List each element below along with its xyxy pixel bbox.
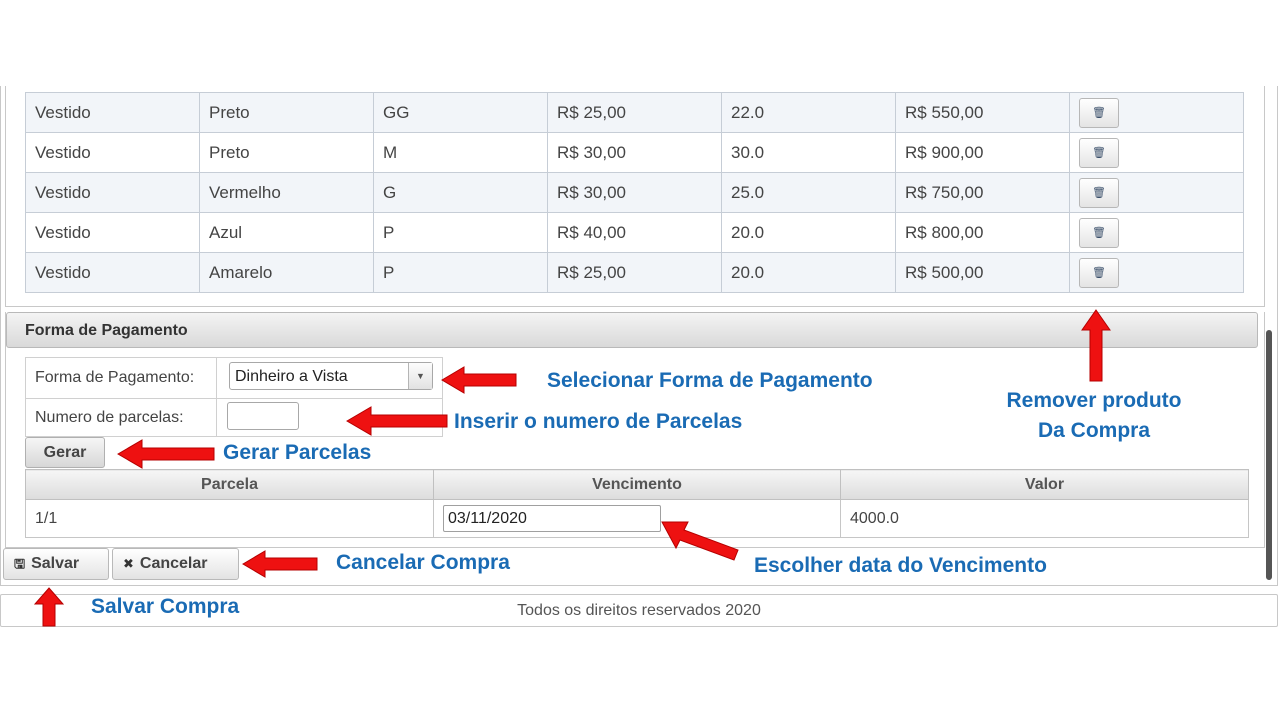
- product-total: R$ 750,00: [895, 172, 1070, 213]
- product-unit-price: R$ 25,00: [547, 92, 722, 133]
- annotation-save: Salvar Compra: [91, 595, 240, 618]
- remove-product-button[interactable]: 🗑: [1079, 177, 1119, 208]
- table-row: Vestido Amarelo P R$ 25,00 20.0 R$ 500,00 🗑: [25, 252, 1244, 293]
- column-header-valor: Valor: [840, 469, 1249, 500]
- trash-icon: 🗑: [1092, 226, 1106, 239]
- arrow-left-icon: [346, 406, 448, 436]
- payment-panel-header: Forma de Pagamento: [6, 312, 1258, 348]
- annotation-generate: Gerar Parcelas: [223, 441, 372, 464]
- product-name: Vestido: [25, 92, 200, 133]
- chevron-down-icon[interactable]: ▼: [408, 363, 432, 389]
- arrow-left-icon: [242, 550, 318, 578]
- trash-icon: 🗑: [1092, 106, 1106, 119]
- trash-icon: 🗑: [1092, 146, 1106, 159]
- remove-product-button[interactable]: 🗑: [1079, 137, 1119, 168]
- product-size: P: [373, 252, 548, 293]
- annotation-remove-product-line1: Remover produto: [1006, 389, 1182, 412]
- remove-product-button[interactable]: 🗑: [1079, 257, 1119, 288]
- installments-table: Parcela Vencimento Valor 1/1 03/11/2020 …: [25, 469, 1249, 538]
- payment-method-select[interactable]: Dinheiro a Vista ▼: [229, 362, 433, 390]
- save-button[interactable]: 🖫 Salvar: [3, 548, 109, 580]
- annotation-remove-product-line2: Da Compra: [1037, 419, 1151, 442]
- product-unit-price: R$ 30,00: [547, 132, 722, 173]
- product-unit-price: R$ 40,00: [547, 212, 722, 253]
- installment-number: 1/1: [25, 499, 434, 538]
- due-date-input[interactable]: 03/11/2020: [443, 505, 661, 532]
- product-name: Vestido: [25, 132, 200, 173]
- arrow-up-icon: [1081, 309, 1111, 382]
- trash-icon: 🗑: [1092, 186, 1106, 199]
- annotation-cancel: Cancelar Compra: [336, 551, 510, 574]
- product-total: R$ 500,00: [895, 252, 1070, 293]
- table-row: Vestido Preto GG R$ 25,00 22.0 R$ 550,00 🗑: [25, 92, 1244, 133]
- product-unit-price: R$ 30,00: [547, 172, 722, 213]
- arrow-left-icon: [117, 439, 215, 469]
- generate-installments-button[interactable]: Gerar: [25, 437, 105, 468]
- product-color: Vermelho: [199, 172, 374, 213]
- table-row: 1/1 03/11/2020 4000.0: [25, 499, 1249, 538]
- table-row: Vestido Vermelho G R$ 30,00 25.0 R$ 750,00 🗑: [25, 172, 1244, 213]
- product-quantity: 22.0: [721, 92, 896, 133]
- product-color: Azul: [199, 212, 374, 253]
- installments-label: Numero de parcelas:: [35, 409, 184, 426]
- payment-method-label: Forma de Pagamento:: [35, 369, 195, 386]
- save-button-label: Salvar: [31, 555, 80, 572]
- installments-input[interactable]: [227, 402, 299, 430]
- product-total: R$ 550,00: [895, 92, 1070, 133]
- product-quantity: 30.0: [721, 132, 896, 173]
- vertical-scrollbar[interactable]: [1266, 330, 1272, 580]
- product-unit-price: R$ 25,00: [547, 252, 722, 293]
- product-size: GG: [373, 92, 548, 133]
- product-quantity: 20.0: [721, 252, 896, 293]
- table-row: Vestido Preto M R$ 30,00 30.0 R$ 900,00 🗑: [25, 132, 1244, 173]
- cancel-button-label: Cancelar: [139, 555, 208, 572]
- annotation-choose-date: Escolher data do Vencimento: [754, 554, 1047, 577]
- product-color: Amarelo: [199, 252, 374, 293]
- payment-method-row: Forma de Pagamento: Dinheiro a Vista ▼: [26, 358, 442, 399]
- column-header-vencimento: Vencimento: [433, 469, 841, 500]
- product-name: Vestido: [25, 212, 200, 253]
- annotation-select-method: Selecionar Forma de Pagamento: [547, 369, 873, 392]
- product-total: R$ 800,00: [895, 212, 1070, 253]
- arrow-up-left-icon: [661, 521, 739, 561]
- payment-method-value: Dinheiro a Vista: [235, 368, 348, 385]
- product-quantity: 20.0: [721, 212, 896, 253]
- annotation-insert-installments: Inserir o numero de Parcelas: [454, 410, 743, 433]
- trash-icon: 🗑: [1092, 266, 1106, 279]
- remove-product-button[interactable]: 🗑: [1079, 97, 1119, 128]
- product-size: M: [373, 132, 548, 173]
- product-name: Vestido: [25, 252, 200, 293]
- product-size: P: [373, 212, 548, 253]
- product-name: Vestido: [25, 172, 200, 213]
- cancel-button[interactable]: ✖ Cancelar: [112, 548, 239, 580]
- installment-value: 4000.0: [840, 499, 1249, 538]
- product-quantity: 25.0: [721, 172, 896, 213]
- close-icon: ✖: [123, 556, 134, 571]
- product-total: R$ 900,00: [895, 132, 1070, 173]
- product-color: Preto: [199, 132, 374, 173]
- floppy-disk-icon: 🖫: [14, 556, 26, 571]
- arrow-left-icon: [441, 366, 517, 394]
- products-table: Vestido Preto GG R$ 25,00 22.0 R$ 550,00 🗑 Vest…: [25, 92, 1244, 293]
- column-header-parcela: Parcela: [25, 469, 434, 500]
- product-size: G: [373, 172, 548, 213]
- arrow-up-icon: [33, 587, 65, 627]
- table-row: Vestido Azul P R$ 40,00 20.0 R$ 800,00 🗑: [25, 212, 1244, 253]
- product-color: Preto: [199, 92, 374, 133]
- remove-product-button[interactable]: 🗑: [1079, 217, 1119, 248]
